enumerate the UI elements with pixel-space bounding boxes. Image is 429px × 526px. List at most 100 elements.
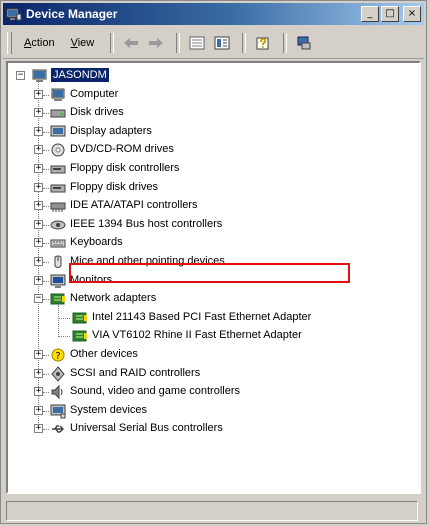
expand-icon[interactable]: + — [34, 145, 43, 155]
tree-category[interactable]: + Disk drives — [8, 104, 418, 122]
device-manager-window: Device Manager _ □ × Action View − JASOND — [0, 0, 427, 524]
tree-device[interactable]: VIA VT6102 Rhine II Fast Ethernet Adapte… — [8, 327, 418, 345]
menu-action-rest: ction — [31, 37, 55, 49]
toolbar-separator — [242, 33, 247, 53]
tree-connector — [43, 280, 49, 282]
toolbar-separator — [283, 33, 288, 53]
tree-root[interactable]: − JASONDM — [8, 67, 418, 85]
network-adapter-icon — [72, 310, 88, 326]
tree-connector — [43, 243, 49, 245]
tree-category-label: Keyboards — [70, 236, 123, 249]
collapse-icon[interactable]: − — [34, 294, 43, 304]
tree-category[interactable]: + SCSI and RAID controllers — [8, 365, 418, 383]
tree-connector — [43, 355, 49, 356]
tree-category-label: IDE ATA/ATAPI controllers — [70, 199, 198, 212]
tree-connector — [43, 150, 49, 152]
expand-icon[interactable]: + — [34, 201, 43, 211]
tree-category[interactable]: + Floppy disk drives — [8, 179, 418, 197]
menu-view-rest: iew — [77, 37, 95, 49]
tree-connector — [43, 94, 49, 96]
tree-category-label: System devices — [70, 403, 148, 416]
tree-category[interactable]: + Sound, video and game controllers — [8, 383, 418, 401]
mouse-icon — [50, 254, 66, 270]
tree-connector — [43, 206, 49, 208]
properties-view-icon[interactable] — [211, 33, 233, 53]
expand-icon[interactable]: + — [34, 238, 43, 248]
tree-category[interactable]: + DVD/CD-ROM drives — [8, 141, 418, 159]
minimize-button[interactable]: _ — [361, 6, 379, 22]
status-pane — [6, 501, 418, 521]
tree-branch-line — [58, 304, 59, 337]
tree-category[interactable]: + IEEE 1394 Bus host controllers — [8, 216, 418, 234]
expand-icon[interactable]: + — [34, 219, 43, 229]
close-button[interactable]: × — [403, 6, 421, 22]
status-bar — [6, 501, 421, 521]
tree-connector — [43, 224, 49, 226]
tree-category[interactable]: − Network adapters — [8, 290, 418, 308]
tree-category[interactable]: + Computer — [8, 86, 418, 104]
back-icon[interactable] — [120, 33, 142, 53]
help-icon[interactable] — [252, 33, 274, 53]
menu-action[interactable]: Action — [18, 35, 61, 51]
tree-category[interactable]: + Keyboards — [8, 234, 418, 252]
sound-icon — [50, 384, 66, 400]
network-adapter-icon — [72, 328, 88, 344]
expand-icon[interactable]: + — [34, 368, 43, 378]
expand-icon[interactable]: + — [34, 257, 43, 266]
expand-icon[interactable]: + — [34, 108, 43, 118]
device-manager-icon — [6, 8, 22, 21]
tree-category-label: Disk drives — [70, 106, 124, 119]
tree-connector — [43, 299, 49, 301]
toolbar-separator — [176, 33, 181, 53]
display-adapter-icon — [50, 124, 66, 140]
tree-category-label: Sound, video and game controllers — [70, 385, 240, 398]
usb-icon — [50, 421, 66, 437]
tree-category-label: DVD/CD-ROM drives — [70, 143, 174, 156]
window-title: Device Manager — [26, 7, 118, 21]
expand-icon[interactable]: + — [34, 350, 43, 359]
dvd-drive-icon — [50, 142, 66, 158]
tree-connector — [58, 336, 70, 338]
tree-category-label: Floppy disk drives — [70, 180, 159, 193]
tree-category[interactable]: + Universal Serial Bus controllers — [8, 420, 418, 438]
tree-connector — [43, 262, 49, 263]
expand-icon[interactable]: + — [34, 424, 43, 434]
menu-view[interactable]: View — [65, 35, 101, 51]
tree-category[interactable]: + Display adapters — [8, 123, 418, 141]
toolbar-grip[interactable] — [7, 32, 12, 54]
title-bar[interactable]: Device Manager _ □ × — [3, 3, 424, 25]
tree-category-label: Other devices — [70, 348, 138, 360]
expand-icon[interactable]: + — [34, 405, 43, 415]
expand-icon[interactable]: + — [34, 89, 43, 99]
expand-icon[interactable]: + — [34, 387, 43, 397]
tree-connector — [43, 113, 49, 115]
scan-hardware-icon[interactable] — [293, 33, 315, 53]
tree-device[interactable]: Intel 21143 Based PCI Fast Ethernet Adap… — [8, 309, 418, 327]
highlight-box — [69, 263, 350, 283]
expand-icon[interactable]: + — [34, 126, 43, 136]
expand-icon[interactable]: + — [34, 275, 43, 285]
tree-connector — [43, 392, 49, 394]
tree-device-label: Intel 21143 Based PCI Fast Ethernet Adap… — [92, 310, 312, 323]
svg-text:?: ? — [55, 351, 60, 362]
forward-icon[interactable] — [145, 33, 167, 53]
tree-category[interactable]: + IDE ATA/ATAPI controllers — [8, 197, 418, 215]
ide-controller-icon — [50, 198, 66, 214]
menu-toolbar-bar: Action View — [3, 28, 424, 59]
computer-root-icon — [32, 68, 48, 84]
maximize-button[interactable]: □ — [381, 6, 399, 22]
tree-category[interactable]: +? Other devices — [8, 346, 418, 364]
tree-connector — [43, 373, 49, 375]
tree-category-label: Floppy disk controllers — [70, 162, 180, 174]
tree-category-label: Universal Serial Bus controllers — [70, 422, 223, 435]
expand-icon[interactable]: + — [34, 182, 43, 192]
tree-connector — [43, 187, 49, 189]
floppy-controller-icon — [50, 161, 66, 177]
tree-category[interactable]: + System devices — [8, 402, 418, 420]
tree-category[interactable]: + Floppy disk controllers — [8, 160, 418, 178]
monitor-icon — [50, 273, 66, 289]
collapse-root-icon[interactable]: − — [16, 71, 25, 80]
tree-category-label: IEEE 1394 Bus host controllers — [70, 217, 223, 230]
expand-icon[interactable]: + — [34, 164, 43, 173]
list-view-icon[interactable] — [186, 33, 208, 53]
